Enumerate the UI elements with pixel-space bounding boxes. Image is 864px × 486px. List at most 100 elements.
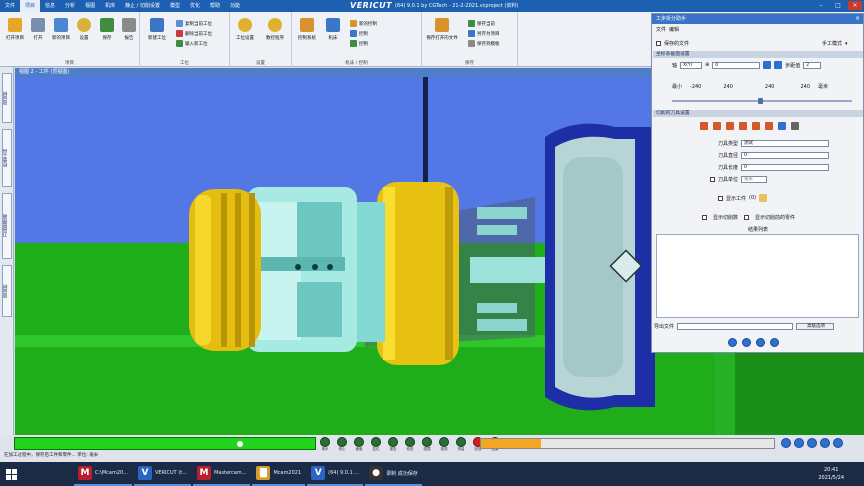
pause-icon[interactable] [742,338,751,347]
minus-icon[interactable] [763,61,772,69]
axis-select[interactable]: X(Y) [680,61,703,69]
tool-icon-1[interactable] [700,122,708,130]
save-as-project-button[interactable]: 另存为项目 [468,30,500,37]
station-settings-button[interactable]: 工位设置 [232,18,258,41]
tool-icon-3[interactable] [726,122,734,130]
range-slider[interactable] [672,98,852,104]
save-template-button[interactable]: 保存到模板 [468,40,500,47]
menu-help[interactable]: 帮助 [205,0,225,12]
sim-measure-button[interactable]: 测量 [454,437,468,452]
fast-forward-icon[interactable] [833,438,843,448]
menu-optimize[interactable]: 优化 [185,0,205,12]
control-system-button[interactable]: 控制系统 [294,18,320,41]
import-station-button[interactable]: 输入新工位 [176,40,208,47]
panel-tab-file[interactable]: 文件 [656,26,666,33]
step-input[interactable]: 2 [803,61,822,69]
crosshair-icon[interactable]: ⊕ [705,62,709,68]
menu-info[interactable]: 信息 [40,0,60,12]
advanced-options-button[interactable]: 高级选项 [796,323,835,330]
tool-len-input[interactable]: 0 [741,164,830,171]
tool-icon-4[interactable] [739,122,747,130]
close-icon[interactable]: × [855,14,860,24]
tool-icon-5[interactable] [752,122,760,130]
tool-unit-input[interactable]: 毫米 [741,176,768,183]
sim-step-button[interactable]: 单步 [318,437,332,452]
results-list[interactable] [656,234,859,318]
menu-setup[interactable]: 静止 / 切削设置 [120,0,165,12]
sim-reset-button[interactable]: 复位 [369,437,383,452]
sim-section-button[interactable]: 剖视 [437,437,451,452]
show-before-checkbox[interactable] [744,215,750,220]
side-tab-project-tree-2[interactable]: 项目树 [2,265,12,317]
menu-function[interactable]: 功能 [225,0,245,12]
show-part-checkbox[interactable] [718,195,723,201]
nc-program-button[interactable]: 数控程序 [262,18,288,41]
taskbar-item-recorder[interactable]: ● 录制 成功保存 [365,462,422,486]
rewind-icon[interactable] [781,438,791,448]
menu-analysis[interactable]: 分析 [60,0,80,12]
sim-check-button[interactable]: 检查 [403,437,417,452]
menu-view[interactable]: 视图 [80,0,100,12]
ribbon-group-save: 保存打开的文件 保存当前 另存为项目 保存到模板 保存 [422,12,518,67]
sim-speed-button[interactable]: 速度 [352,437,366,452]
menu-project[interactable]: 项目 [20,0,41,12]
machine-button[interactable]: 机床 [320,18,346,41]
taskbar-item-mcam-folder[interactable]: M C:\Mcam20... [74,462,132,486]
new-control-button[interactable]: 新的控制 [350,20,377,27]
minimize-icon[interactable]: – [814,1,828,10]
save-current-button[interactable]: 保存当前 [468,20,495,27]
close-icon[interactable]: × [848,1,862,10]
export-input[interactable] [677,323,794,330]
report-button[interactable]: 报告 [116,18,142,41]
sim-progress-bar[interactable] [14,437,316,450]
tool-dia-input[interactable]: 0 [741,152,830,159]
taskbar-item-mcam2021[interactable]: ▇ Mcam2021 [252,462,306,486]
taskbar-clock[interactable]: 20:41 2021/5/24 [818,466,844,482]
show-cuts-checkbox[interactable] [702,215,707,220]
sim-control-buttons: 单步 停止 速度 复位 报告 检查 碰撞 剖视 测量 回放 结束 [318,437,502,452]
mode-dropdown[interactable]: 手工模式 ▾ [822,40,848,48]
play-icon[interactable] [728,338,737,347]
record-icon: ● [369,466,384,480]
menu-model[interactable]: 模型 [165,0,185,12]
slider-handle[interactable] [758,98,763,104]
forward-icon[interactable] [770,338,779,347]
pause-icon[interactable] [807,438,817,448]
start-button[interactable] [0,462,22,486]
plus-icon[interactable] [774,61,783,69]
sim-collision-button[interactable]: 碰撞 [420,437,434,452]
side-tab-project-tree[interactable]: 项目树 [2,73,12,123]
menu-file[interactable]: 文件 [0,0,20,12]
maximize-icon[interactable]: □ [831,1,845,10]
side-tab-check-tools[interactable]: 检查工具 [2,129,12,187]
no-entry-icon [238,18,252,32]
offset-input[interactable]: 0 [712,61,761,69]
delete-station-button[interactable]: 删除当前工位 [176,30,212,37]
tool-type-input[interactable]: 测试 [741,140,830,147]
tool-icon-8[interactable] [791,122,799,130]
control-button[interactable]: 控制 [350,30,368,37]
taskbar-item-vericut[interactable]: V VERICUT (t... [134,462,192,486]
sim-report-button[interactable]: 报告 [386,437,400,452]
tool-icon-2[interactable] [713,122,721,130]
tool-unit-checkbox[interactable] [710,177,715,182]
tool-icon-6[interactable] [765,122,773,130]
progress-handle[interactable] [237,441,243,447]
copy-station-button[interactable]: 复制当前工位 [176,20,212,27]
save-icon [435,18,449,32]
sim-stop-button[interactable]: 停止 [335,437,349,452]
panel-tab-edit[interactable]: 编辑 [669,26,679,33]
taskbar-item-mastercam[interactable]: M Mastercam... [193,462,251,486]
remember-checkbox[interactable] [656,41,661,46]
control-button-2[interactable]: 控制 [350,40,368,47]
side-tab-tool-manager[interactable]: 刀具管理器 [2,193,12,259]
play-icon[interactable] [820,438,830,448]
step-icon[interactable] [756,338,765,347]
taskbar-item-vericut-64[interactable]: V (64) 9.0.1 ... [307,462,364,486]
menu-machine[interactable]: 机床 [100,0,120,12]
new-station-button[interactable]: 新建工位 [144,18,170,41]
part-icon[interactable] [759,194,768,202]
back-step-icon[interactable] [794,438,804,448]
tool-icon-7[interactable] [778,122,786,130]
save-open-files-button[interactable]: 保存打开的文件 [426,18,458,41]
